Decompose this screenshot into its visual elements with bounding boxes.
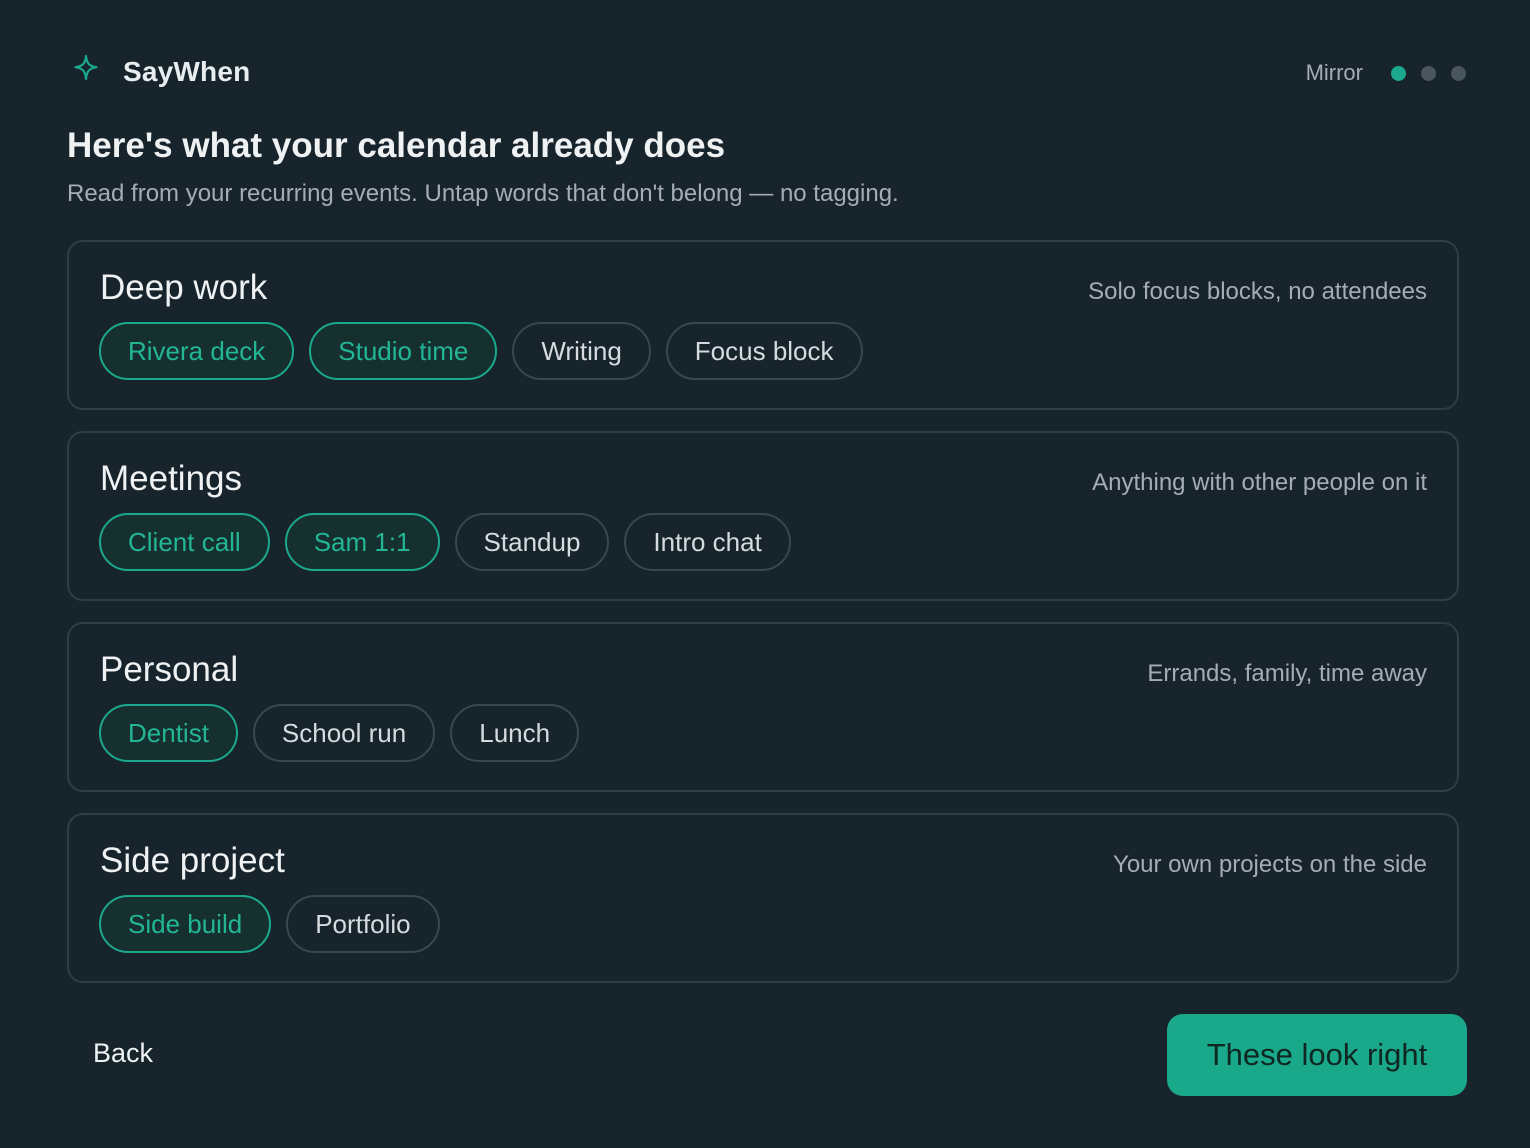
chip-intro-chat[interactable]: Intro chat [624, 513, 791, 571]
page-subtitle: Read from your recurring events. Untap w… [67, 180, 899, 207]
back-button[interactable]: Back [93, 1038, 153, 1069]
category-title: Deep work [100, 268, 268, 307]
category-list: Deep work Solo focus blocks, no attendee… [67, 240, 1459, 1004]
chip-sam-1-1[interactable]: Sam 1:1 [284, 513, 440, 571]
header: SayWhen Mirror [74, 55, 1466, 96]
step-label: Mirror [1305, 60, 1363, 85]
confirm-button[interactable]: These look right [1167, 1014, 1467, 1096]
step-dot-1 [1391, 65, 1406, 81]
step-dot-3 [1451, 65, 1466, 81]
progress-stepper: Mirror [1306, 60, 1466, 86]
step-dot-2 [1421, 65, 1436, 81]
keyword-chips: Side build Portfolio [99, 895, 455, 953]
chip-studio-time[interactable]: Studio time [309, 322, 498, 380]
category-description: Your own projects on the side [1113, 851, 1427, 878]
chip-client-call[interactable]: Client call [99, 513, 270, 571]
category-card-deep-work: Deep work Solo focus blocks, no attendee… [67, 240, 1459, 410]
app-name: SayWhen [123, 56, 251, 87]
category-description: Errands, family, time away [1147, 660, 1427, 687]
chip-standup[interactable]: Standup [454, 513, 610, 571]
category-card-meetings: Meetings Anything with other people on i… [67, 431, 1459, 601]
page-title: Here's what your calendar already does [67, 126, 726, 165]
keyword-chips: Dentist School run Lunch [99, 704, 594, 762]
chip-lunch[interactable]: Lunch [450, 704, 580, 762]
brand: SayWhen [74, 55, 251, 88]
onboarding-page: SayWhen Mirror Here's what your calendar… [0, 0, 1530, 1148]
category-card-side-project: Side project Your own projects on the si… [67, 813, 1459, 983]
category-title: Meetings [100, 459, 243, 498]
chip-rivera-deck[interactable]: Rivera deck [99, 322, 295, 380]
keyword-chips: Client call Sam 1:1 Standup Intro chat [99, 513, 806, 571]
chip-focus-block[interactable]: Focus block [665, 322, 863, 380]
chip-side-build[interactable]: Side build [99, 895, 272, 953]
category-card-personal: Personal Errands, family, time away Dent… [67, 622, 1459, 792]
chip-writing[interactable]: Writing [512, 322, 651, 380]
category-description: Solo focus blocks, no attendees [1088, 278, 1427, 305]
sparkle-icon [74, 55, 98, 81]
keyword-chips: Rivera deck Studio time Writing Focus bl… [99, 322, 878, 380]
chip-school-run[interactable]: School run [252, 704, 436, 762]
category-description: Anything with other people on it [1092, 469, 1427, 496]
chip-dentist[interactable]: Dentist [99, 704, 238, 762]
category-title: Side project [100, 841, 285, 880]
category-title: Personal [100, 650, 239, 689]
chip-portfolio[interactable]: Portfolio [286, 895, 440, 953]
